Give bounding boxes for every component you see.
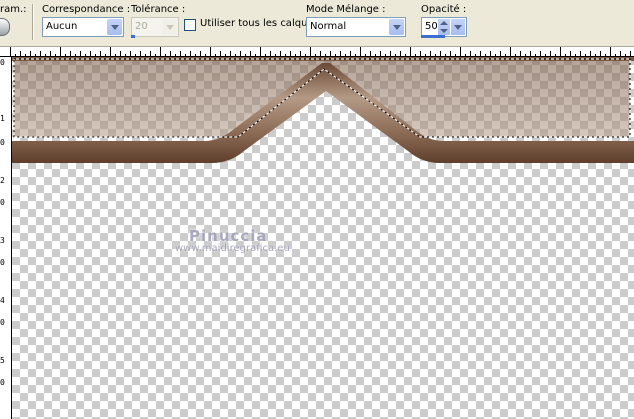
chevron-down-icon[interactable]: [451, 19, 465, 35]
partial-label: ram.:: [0, 4, 27, 15]
ruler-tick-label: 3: [0, 236, 5, 245]
ruler-tick-label: 0: [0, 198, 5, 207]
correspondance-label: Correspondance :: [42, 4, 131, 15]
opacity-value: 50: [425, 21, 438, 32]
ruler-tick-label: 4: [0, 296, 5, 305]
opacity-stepper[interactable]: 50: [421, 17, 467, 37]
tolerance-label: Tolérance :: [131, 4, 186, 15]
correspondance-value: Aucun: [46, 21, 78, 32]
preset-icon[interactable]: [0, 18, 10, 36]
ruler-tick-label: 0: [0, 258, 5, 267]
opacity-label: Opacité :: [421, 4, 467, 15]
spin-icon[interactable]: [162, 19, 177, 35]
all-layers-checkbox[interactable]: [184, 19, 196, 31]
ruler-tick-label: 0: [0, 58, 5, 67]
tolerance-stepper[interactable]: 20: [131, 17, 179, 37]
canvas-artwork: [12, 57, 634, 163]
ruler-tick-label: 0: [0, 318, 5, 327]
horizontal-ruler: [0, 47, 634, 57]
watermark-url: www.maidiregrafica.eu: [175, 243, 290, 254]
correspondance-select[interactable]: Aucun: [42, 17, 124, 37]
ruler-tick-label: 5: [0, 356, 5, 365]
chevron-down-icon[interactable]: [107, 19, 122, 35]
chevron-down-icon[interactable]: [389, 19, 404, 35]
all-layers-label: Utiliser tous les calques: [200, 18, 319, 29]
tool-options-toolbar: ram.: Correspondance : Aucun Tolérance :…: [0, 0, 634, 47]
spin-updown-icon[interactable]: [438, 19, 450, 35]
blend-mode-value: Normal: [310, 21, 347, 32]
blend-mode-select[interactable]: Normal: [306, 17, 406, 37]
vertical-ruler: 0 1 0 2 0 3 0 4 0 5 0: [0, 57, 12, 419]
ruler-tick-label: 2: [0, 176, 5, 185]
tolerance-value: 20: [135, 21, 148, 32]
blend-mode-label: Mode Mélange :: [306, 4, 386, 15]
watermark: Pinuccia www.maidiregrafica.eu: [175, 227, 290, 254]
ruler-tick-label: 1: [0, 114, 5, 123]
opacity-slider[interactable]: [421, 35, 445, 38]
toolbar-separator: [32, 4, 34, 40]
image-canvas[interactable]: Pinuccia www.maidiregrafica.eu: [12, 57, 634, 419]
ruler-tick-label: 0: [0, 378, 5, 387]
tolerance-slider[interactable]: [131, 35, 135, 38]
ruler-tick-label: 0: [0, 138, 5, 147]
